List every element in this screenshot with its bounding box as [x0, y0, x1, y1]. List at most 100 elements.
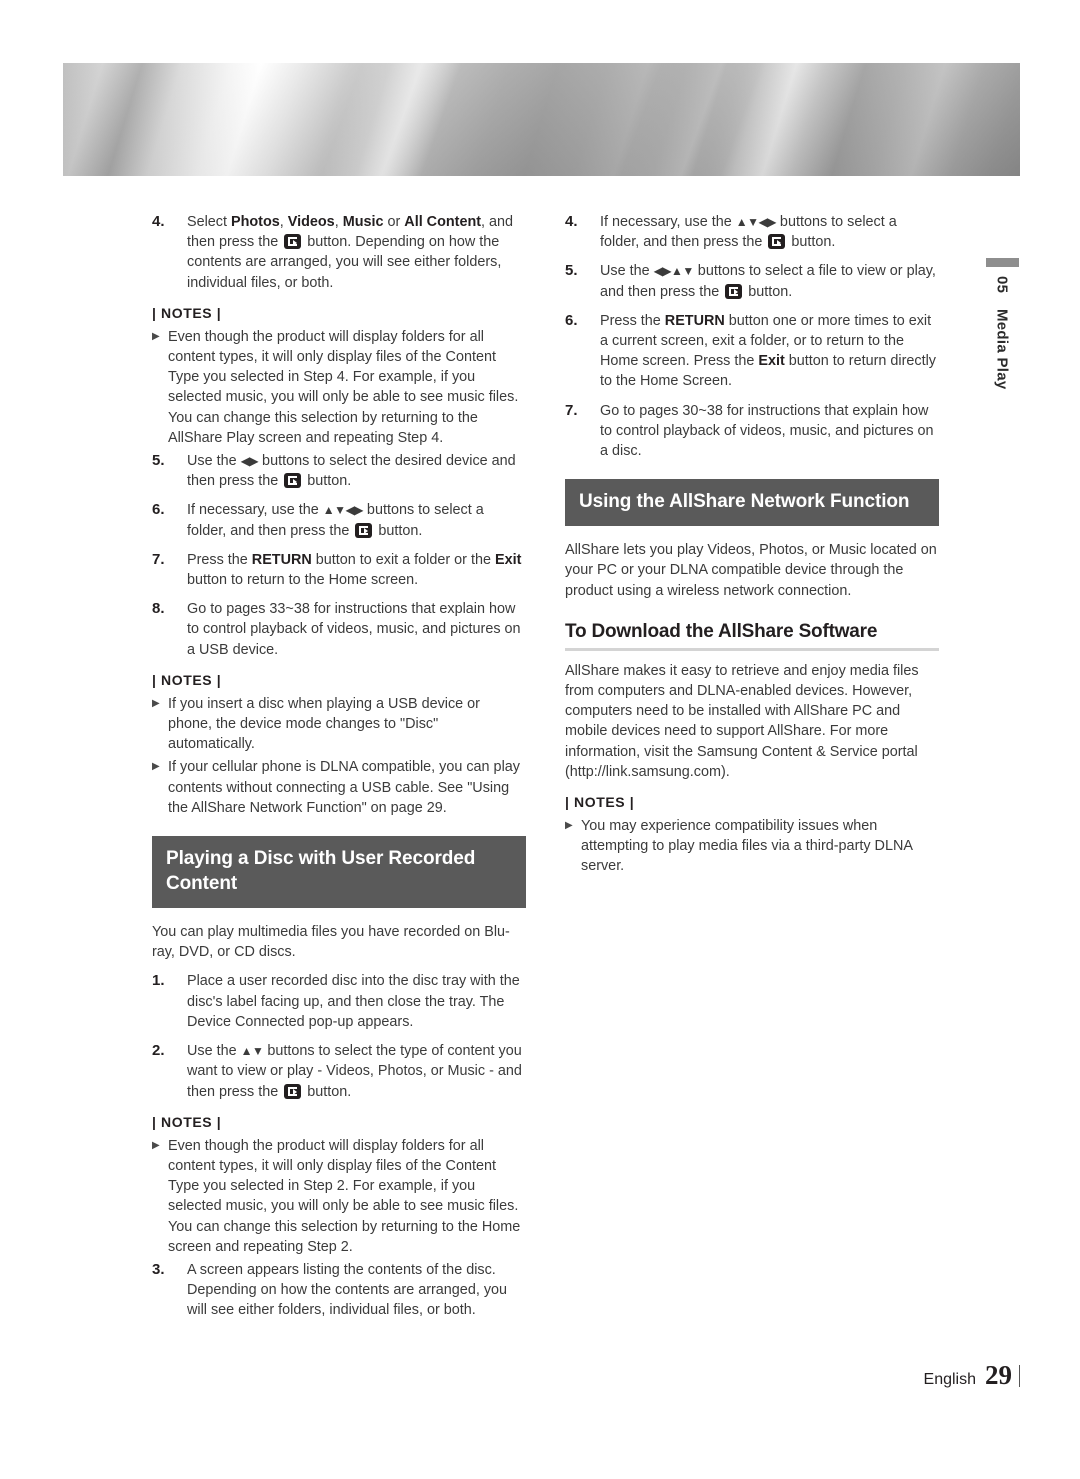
step-number: 6.	[152, 501, 165, 519]
note-bullet-icon: ▶	[152, 1139, 160, 1151]
keyword-all-content: All Content	[404, 214, 482, 230]
step-number: 4.	[152, 213, 165, 230]
step-item: 6. If necessary, use the ▲▼◀▶ buttons to…	[152, 500, 526, 540]
enter-key-icon	[355, 522, 373, 538]
step-text-part: button to exit a folder or the	[311, 551, 495, 568]
step-item: 6. Press the RETURN button one or more t…	[565, 311, 939, 392]
keyword-photos: Photos	[231, 214, 280, 230]
step-item: 4. If necessary, use the ▲▼◀▶ buttons to…	[565, 212, 939, 252]
subsection-rule	[565, 647, 939, 651]
note-item: ▶ If your cellular phone is DLNA compati…	[152, 757, 526, 818]
footer-page-number: 29	[985, 1360, 1012, 1390]
step-text-part: Press the	[600, 312, 665, 329]
step-item: 5. Use the ◀▶ buttons to select the desi…	[152, 451, 526, 491]
step-item: 1. Place a user recorded disc into the d…	[152, 971, 526, 1032]
page-header-banner	[63, 63, 1020, 176]
note-item: ▶ Even though the product will display f…	[152, 1136, 526, 1257]
step-text: Use the ◀▶ buttons to select the desired…	[187, 451, 526, 491]
step-item: 8. Go to pages 33~38 for instructions th…	[152, 599, 526, 660]
step-text: Place a user recorded disc into the disc…	[187, 973, 520, 1030]
footer-language: English	[923, 1371, 976, 1388]
step-text: Use the ◀▶▲▼ buttons to select a file to…	[600, 261, 939, 301]
step-text-part: button to return to the Home screen.	[187, 572, 419, 589]
chapter-side-tab: 05 Media Play	[984, 258, 1020, 390]
arrow-glyphs: ▲▼	[240, 1044, 264, 1059]
step-text: A screen appears listing the contents of…	[187, 1261, 508, 1319]
chapter-label: Media Play	[993, 309, 1011, 390]
subsection-heading-download: To Download the AllShare Software	[565, 620, 878, 642]
step-text: Select Photos, Videos, Music or All Cont…	[187, 212, 526, 293]
notes-heading: | NOTES |	[152, 1113, 222, 1130]
section-heading-playing-disc: Playing a Disc with User Recorded Conten…	[152, 836, 526, 909]
note-text: You may experience compatibility issues …	[581, 818, 913, 875]
step-number: 6.	[565, 311, 578, 329]
step-text-part: Press the	[187, 551, 252, 568]
step-number: 1.	[152, 972, 165, 990]
step-text-part: Press the	[693, 353, 759, 370]
arrow-glyphs: ▲▼◀▶	[735, 215, 777, 229]
step-text-part: If necessary, use the	[600, 214, 736, 230]
notes-heading: | NOTES |	[152, 671, 222, 688]
left-column: 4. Select Photos, Videos, Music or All C…	[152, 212, 526, 1330]
step-text: Press the RETURN button one or more time…	[600, 311, 939, 392]
step-text-part: button.	[787, 234, 836, 251]
step-item: 2. Use the ▲▼ buttons to select the type…	[152, 1041, 526, 1102]
step-text: Go to pages 33~38 for instructions that …	[187, 601, 521, 658]
note-bullet-icon: ▶	[565, 820, 573, 832]
step-text: Use the ▲▼ buttons to select the type of…	[187, 1041, 526, 1102]
note-text: If your cellular phone is DLNA compatibl…	[168, 759, 520, 816]
arrow-glyphs: ▲▼◀▶	[322, 503, 364, 518]
note-bullet-icon: ▶	[152, 330, 160, 342]
step-text: Press the RETURN button to exit a folder…	[187, 550, 526, 590]
keyword-exit: Exit	[494, 551, 522, 568]
enter-key-icon	[284, 1083, 302, 1099]
step-item: 7. Press the RETURN button to exit a fol…	[152, 550, 526, 590]
note-text: If you insert a disc when playing a USB …	[168, 695, 480, 753]
banner-sheen-overlay	[63, 63, 1020, 176]
section-heading-allshare: Using the AllShare Network Function	[565, 479, 939, 527]
step-number: 5.	[565, 262, 578, 280]
note-item: ▶ You may experience compatibility issue…	[565, 816, 939, 877]
note-bullet-icon: ▶	[152, 697, 160, 709]
enter-key-icon	[284, 234, 302, 250]
step-item: 3. A screen appears listing the contents…	[152, 1260, 526, 1321]
note-bullet-icon: ▶	[152, 761, 160, 773]
enter-key-icon	[768, 234, 786, 250]
notes-heading: | NOTES |	[565, 794, 635, 811]
step-number: 2.	[152, 1042, 165, 1060]
step-text-part: ,	[279, 214, 288, 230]
footer-divider	[1019, 1364, 1020, 1387]
note-item: ▶ Even though the product will display f…	[152, 327, 526, 448]
page-footer: English 29	[924, 1360, 1020, 1391]
chapter-tab-marker	[985, 258, 1019, 267]
step-text-part: button.	[303, 473, 352, 490]
keyword-return: RETURN	[664, 312, 725, 329]
step-text-part: If necessary, use the	[187, 502, 323, 519]
right-column: 4. If necessary, use the ▲▼◀▶ buttons to…	[565, 212, 939, 880]
enter-key-icon	[725, 283, 743, 299]
note-item: ▶ If you insert a disc when playing a US…	[152, 694, 526, 755]
step-number: 4.	[565, 213, 578, 230]
chapter-number: 05	[993, 276, 1011, 294]
keyword-return: RETURN	[251, 551, 312, 568]
keyword-exit: Exit	[758, 353, 785, 370]
step-text-part: Use the	[187, 1043, 241, 1060]
step-text-part: Select	[187, 214, 231, 230]
section-intro-text: AllShare lets you play Videos, Photos, o…	[565, 542, 937, 599]
step-item: 7. Go to pages 30~38 for instructions th…	[565, 401, 939, 462]
arrow-glyphs: ◀▶▲▼	[653, 264, 695, 279]
step-text-part: ,	[334, 214, 343, 230]
step-text-part: Use the	[187, 453, 241, 470]
step-text-part: button.	[303, 234, 352, 251]
note-text: Even though the product will display fol…	[168, 1137, 521, 1255]
step-item: 4. Select Photos, Videos, Music or All C…	[152, 212, 526, 293]
step-number: 7.	[565, 401, 578, 419]
arrow-glyphs: ◀▶	[240, 454, 259, 469]
step-number: 8.	[152, 600, 165, 618]
step-text-part: button.	[744, 283, 793, 300]
notes-heading: | NOTES |	[152, 304, 222, 321]
subsection-body-text: AllShare makes it easy to retrieve and e…	[565, 662, 919, 780]
step-text-part: button.	[303, 1083, 352, 1100]
section-intro-text: You can play multimedia files you have r…	[152, 924, 510, 961]
step-text-part: button.	[374, 522, 423, 539]
